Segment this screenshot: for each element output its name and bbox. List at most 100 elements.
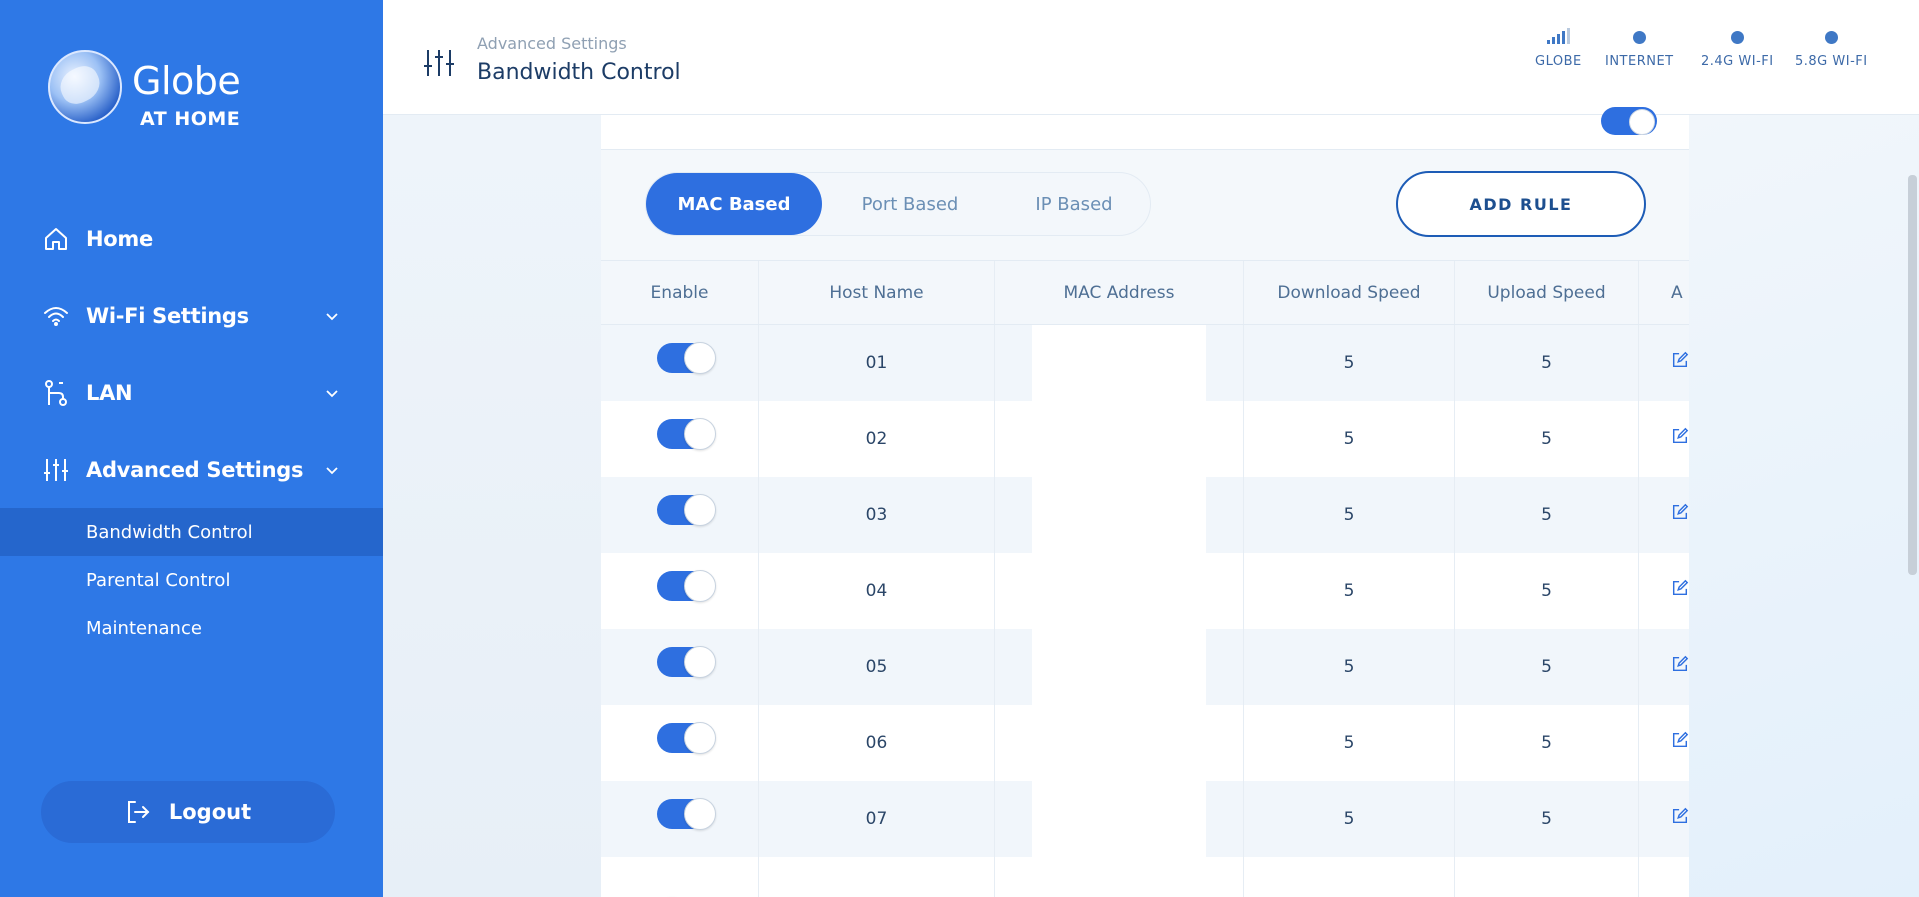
upload-speed-cell: 5 — [1455, 553, 1639, 629]
advanced-settings-subnav: Bandwidth Control Parental Control Maint… — [0, 508, 383, 652]
mac-address-cell — [995, 477, 1244, 553]
brand-sub: AT HOME — [140, 108, 241, 130]
sidebar-item-maintenance[interactable]: Maintenance — [0, 604, 383, 652]
edit-icon[interactable] — [1671, 730, 1689, 750]
tab-port-based[interactable]: Port Based — [822, 173, 998, 235]
status-label: GLOBE — [1535, 54, 1582, 69]
enable-toggle[interactable] — [656, 494, 716, 526]
status-24g-wifi: 2.4G WI-FI — [1701, 28, 1774, 69]
sidebar-item-advanced-settings[interactable]: Advanced Settings — [0, 431, 383, 508]
enable-toggle[interactable] — [656, 798, 716, 830]
download-speed-cell: 5 — [1244, 401, 1455, 477]
rule-type-tabs: MAC Based Port Based IP Based — [645, 172, 1151, 236]
sidebar-item-home[interactable]: Home — [0, 200, 383, 277]
download-speed-cell — [1244, 857, 1455, 897]
breadcrumb[interactable]: Advanced Settings — [477, 34, 627, 53]
upload-speed-cell: 5 — [1455, 705, 1639, 781]
mac-address-cell — [995, 857, 1244, 897]
globe-logo-icon — [48, 50, 122, 124]
download-speed-cell: 5 — [1244, 477, 1455, 553]
edit-icon[interactable] — [1671, 806, 1689, 826]
chevron-down-icon — [326, 312, 338, 320]
card-header-strip — [601, 107, 1689, 150]
table-row: 07 5 5 — [601, 781, 1689, 857]
bandwidth-control-toggle[interactable] — [1601, 107, 1657, 135]
globe-logo: Globe AT HOME — [48, 50, 241, 130]
enable-toggle[interactable] — [656, 722, 716, 754]
mac-address-cell — [995, 401, 1244, 477]
download-speed-cell: 5 — [1244, 629, 1455, 705]
add-rule-button[interactable]: ADD RULE — [1396, 171, 1646, 237]
sliders-icon — [42, 456, 70, 484]
sliders-icon — [424, 50, 454, 76]
page-header: Advanced Settings Bandwidth Control GLOB… — [383, 0, 1919, 115]
download-speed-cell: 5 — [1244, 325, 1455, 401]
logout-icon — [127, 801, 150, 823]
upload-speed-cell — [1455, 857, 1639, 897]
status-dot-icon — [1632, 31, 1646, 44]
lan-icon — [42, 379, 70, 407]
edit-icon[interactable] — [1671, 350, 1689, 370]
upload-speed-cell: 5 — [1455, 629, 1639, 705]
status-label: 5.8G WI-FI — [1795, 54, 1868, 69]
upload-speed-cell: 5 — [1455, 401, 1639, 477]
sidebar-nav: Home Wi-Fi Settings LAN Advanced Setting… — [0, 200, 383, 652]
column-header-host-name: Host Name — [759, 261, 995, 324]
download-speed-cell: 5 — [1244, 553, 1455, 629]
mac-address-cell — [995, 553, 1244, 629]
column-header-download-speed: Download Speed — [1244, 261, 1455, 324]
host-name-cell: 04 — [759, 553, 995, 629]
host-name-cell — [759, 857, 995, 897]
sidebar-item-parental-control[interactable]: Parental Control — [0, 556, 383, 604]
column-header-enable: Enable — [601, 261, 759, 324]
enable-toggle[interactable] — [656, 418, 716, 450]
table-row: 01 5 5 — [601, 325, 1689, 401]
status-dot-icon — [1730, 31, 1744, 44]
mac-address-cell — [995, 629, 1244, 705]
bandwidth-rules-card: MAC Based Port Based IP Based ADD RULE E… — [601, 150, 1689, 897]
status-internet: INTERNET — [1605, 28, 1674, 69]
table-header: Enable Host Name MAC Address Download Sp… — [601, 260, 1689, 325]
sidebar-item-wifi-settings[interactable]: Wi-Fi Settings — [0, 277, 383, 354]
sidebar: Globe AT HOME Home Wi-Fi Settings LAN Ad… — [0, 0, 383, 897]
sidebar-item-bandwidth-control[interactable]: Bandwidth Control — [0, 508, 383, 556]
sidebar-item-label: LAN — [86, 380, 133, 405]
mac-address-cell — [995, 781, 1244, 857]
chevron-down-icon — [326, 389, 338, 397]
content-background — [383, 115, 601, 897]
sidebar-item-label: Advanced Settings — [86, 457, 304, 482]
enable-toggle[interactable] — [656, 342, 716, 374]
table-row: 06 5 5 — [601, 705, 1689, 781]
edit-icon[interactable] — [1671, 578, 1689, 598]
host-name-cell: 06 — [759, 705, 995, 781]
enable-toggle[interactable] — [656, 646, 716, 678]
wifi-icon — [42, 302, 70, 330]
status-dot-icon — [1824, 31, 1838, 44]
edit-icon[interactable] — [1671, 426, 1689, 446]
column-header-upload-speed: Upload Speed — [1455, 261, 1639, 324]
upload-speed-cell: 5 — [1455, 477, 1639, 553]
status-globe: GLOBE — [1535, 28, 1582, 69]
logout-button[interactable]: Logout — [41, 781, 335, 843]
enable-toggle[interactable] — [656, 570, 716, 602]
host-name-cell: 03 — [759, 477, 995, 553]
page-scrollbar[interactable] — [1908, 175, 1917, 575]
host-name-cell: 05 — [759, 629, 995, 705]
tab-mac-based[interactable]: MAC Based — [646, 173, 822, 235]
brand-name: Globe — [132, 59, 241, 103]
edit-icon[interactable] — [1671, 654, 1689, 674]
host-name-cell: 02 — [759, 401, 995, 477]
upload-speed-cell: 5 — [1455, 781, 1639, 857]
tab-ip-based[interactable]: IP Based — [998, 173, 1150, 235]
page-title: Bandwidth Control — [477, 60, 681, 85]
home-icon — [42, 225, 70, 253]
chevron-down-icon — [326, 466, 338, 474]
mac-address-cell — [995, 325, 1244, 401]
edit-icon[interactable] — [1671, 502, 1689, 522]
signal-icon — [1546, 28, 1570, 44]
sidebar-item-lan[interactable]: LAN — [0, 354, 383, 431]
table-row: 02 5 5 — [601, 401, 1689, 477]
status-label: 2.4G WI-FI — [1701, 54, 1774, 69]
status-58g-wifi: 5.8G WI-FI — [1795, 28, 1868, 69]
rules-table: Enable Host Name MAC Address Download Sp… — [601, 260, 1689, 897]
